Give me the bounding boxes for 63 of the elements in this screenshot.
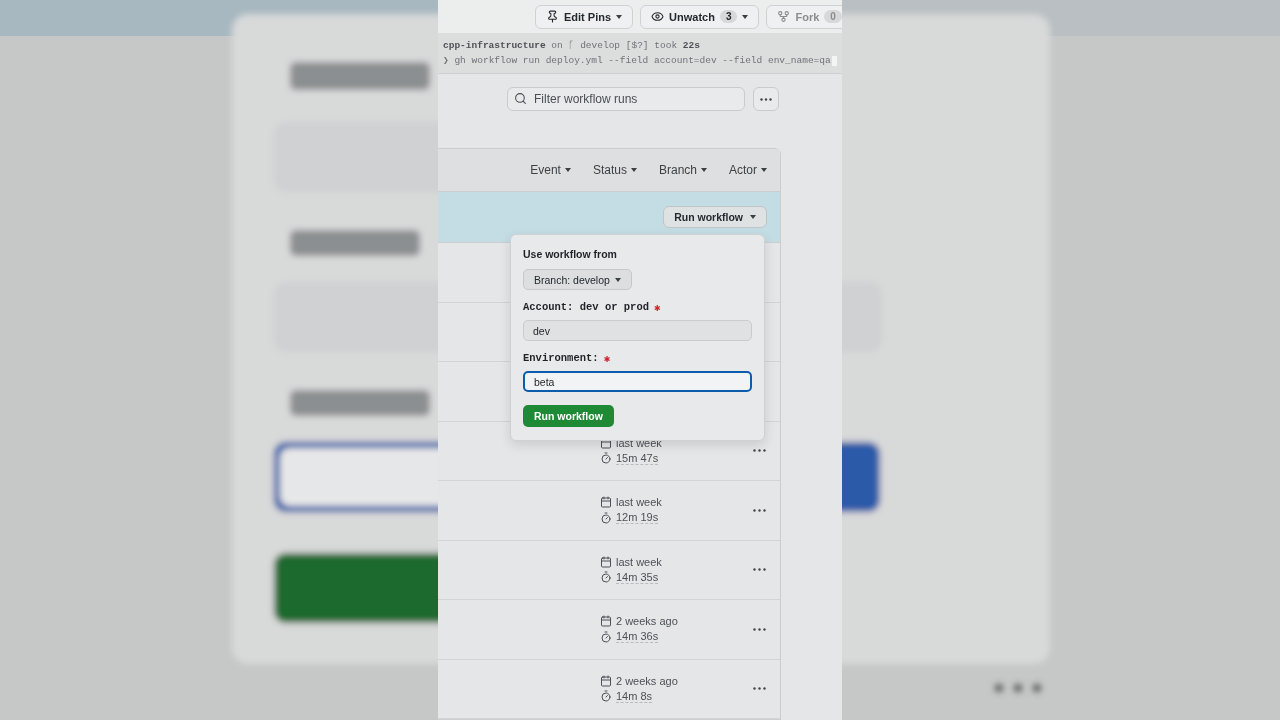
calendar-icon	[600, 496, 612, 509]
row-menu-button[interactable]	[753, 508, 766, 512]
stopwatch-icon	[600, 571, 612, 584]
more-icon	[753, 449, 766, 453]
required-mark: ✱	[654, 301, 661, 314]
popover-title: Use workflow from	[523, 248, 618, 260]
eye-icon	[651, 10, 665, 24]
more-icon	[753, 687, 766, 691]
run-duration: 15m 47s	[616, 451, 659, 465]
filter-menu[interactable]: Branch	[658, 163, 707, 177]
run-duration: 14m 8s	[616, 689, 653, 703]
more-icon	[753, 508, 766, 512]
run-workflow-submit[interactable]: Run workflow	[523, 405, 614, 427]
run-duration: 14m 36s	[616, 630, 659, 644]
caret-icon	[564, 168, 571, 172]
caret-icon	[614, 277, 621, 282]
caret-icon	[742, 14, 749, 19]
caret-icon	[761, 168, 767, 172]
terminal-command: ❯ gh workflow run deploy.yml --field account=dev --field env_name=qa	[443, 54, 842, 67]
row-menu-button[interactable]	[753, 449, 766, 453]
more-icon	[753, 568, 766, 572]
pin-icon	[546, 10, 559, 24]
caret-icon	[750, 215, 756, 219]
calendar-icon	[600, 674, 612, 687]
stopwatch-icon	[600, 690, 612, 703]
more-icon	[760, 97, 772, 101]
count-badge: 3	[719, 10, 738, 24]
run-date: last week	[616, 555, 662, 568]
caret-icon	[630, 168, 637, 172]
input-field[interactable]: dev	[523, 320, 752, 342]
fork-icon	[777, 10, 791, 24]
caret-icon	[616, 14, 623, 19]
edit-pins-button[interactable]: Edit Pins	[535, 4, 634, 29]
filter-menu[interactable]: Event	[530, 163, 571, 177]
filter-menu[interactable]: Status	[592, 163, 637, 177]
run-duration: 12m 19s	[616, 511, 659, 525]
input-field[interactable]: beta	[523, 371, 752, 393]
run-date: 2 weeks ago	[616, 615, 678, 628]
field-label: Account: dev or prod	[523, 301, 650, 314]
count-badge: 0	[824, 10, 842, 24]
row-menu-button[interactable]	[753, 568, 766, 572]
required-mark: ✱	[603, 352, 610, 366]
filter-field[interactable]: Filter workflow runs	[507, 87, 745, 111]
branch-button[interactable]: Branch: develop	[523, 269, 632, 290]
search-icon	[514, 92, 527, 105]
run-date: last week	[616, 496, 662, 509]
run-date: 2 weeks ago	[616, 674, 678, 687]
run-workflow-button[interactable]: Run workflow	[663, 206, 767, 228]
more-icon	[753, 627, 766, 631]
field-label: Environment:	[523, 352, 599, 366]
filter-menu[interactable]: Actor	[729, 163, 767, 177]
stopwatch-icon	[600, 511, 612, 524]
calendar-icon	[600, 615, 612, 628]
unwatch-button[interactable]: Unwatch 3	[640, 4, 760, 29]
more-button[interactable]	[753, 87, 779, 111]
stopwatch-icon	[600, 630, 612, 643]
caret-icon	[701, 168, 707, 172]
run-duration: 14m 35s	[616, 570, 659, 584]
terminal-prompt: cpp-infrastructure on ᚴ develop [$?] took 22s	[443, 40, 701, 52]
stopwatch-icon	[600, 452, 612, 465]
row-menu-button[interactable]	[753, 627, 766, 631]
row-menu-button[interactable]	[753, 687, 766, 691]
calendar-icon	[600, 555, 612, 568]
